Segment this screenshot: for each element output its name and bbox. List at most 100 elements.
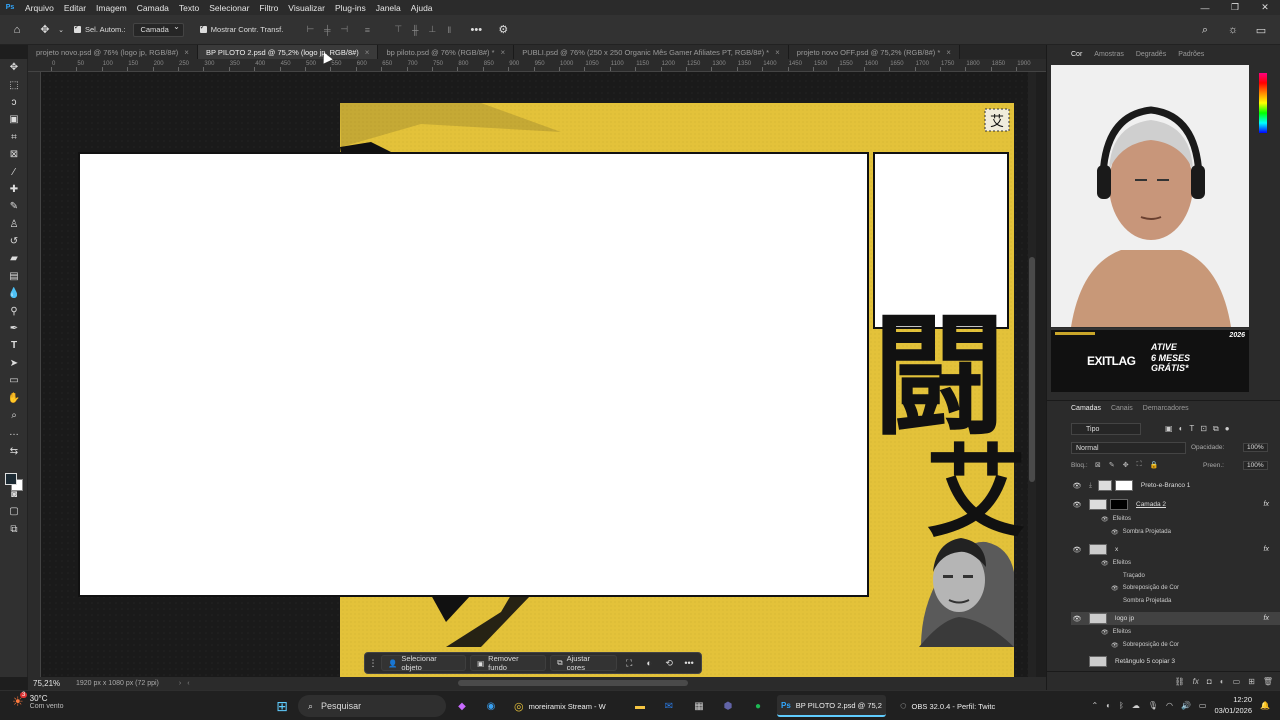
close-icon[interactable]: ✕: [1250, 0, 1280, 15]
lightbulb-icon[interactable]: ☼: [1222, 19, 1244, 41]
tab-projeto-novo[interactable]: projeto novo.psd @ 76% (logo jp, RGB/8#)…: [28, 45, 198, 59]
tab-camadas[interactable]: Camadas: [1071, 405, 1101, 412]
crop-tool-icon[interactable]: ⌗: [0, 129, 28, 146]
menu-arquivo[interactable]: Arquivo: [20, 3, 59, 13]
eraser-tool-icon[interactable]: ▰: [0, 250, 28, 267]
menu-plugins[interactable]: Plug-ins: [330, 3, 371, 13]
align-right-icon[interactable]: ⊣: [337, 23, 351, 37]
effect-drop-shadow[interactable]: Sombra Projetada: [1123, 595, 1280, 607]
brush-tool-icon[interactable]: ✎: [0, 198, 28, 215]
delete-layer-icon[interactable]: 🗑: [1263, 677, 1273, 686]
more-icon[interactable]: •••: [469, 23, 483, 37]
workspace-icon[interactable]: ▭: [1250, 19, 1272, 41]
outlook-icon[interactable]: ✉: [659, 696, 679, 716]
adjustment-layer-icon[interactable]: ◐: [1220, 677, 1225, 686]
eye-icon[interactable]: 👁: [1071, 501, 1083, 509]
lock-paint-icon[interactable]: ✎: [1109, 461, 1115, 469]
adjustment-icon[interactable]: ◐: [641, 655, 657, 671]
eye-icon[interactable]: 👁: [1111, 642, 1119, 649]
fill-input[interactable]: 100%: [1243, 461, 1268, 470]
zoom-level[interactable]: 75,21%: [28, 679, 68, 688]
hue-slider[interactable]: [1259, 73, 1267, 133]
align-middle-icon[interactable]: ╫: [408, 23, 422, 37]
menu-editar[interactable]: Editar: [59, 3, 91, 13]
menu-filtro[interactable]: Filtro: [254, 3, 283, 13]
canvas-area[interactable]: 艾 闘 艾: [41, 72, 1028, 677]
exitlag-ad-banner[interactable]: EXITLAG ATIVE 6 MESES GRÁTIS* 2026: [1051, 328, 1249, 392]
auto-select-checkbox[interactable]: Sel. Autom.:: [74, 23, 125, 34]
notifications-icon[interactable]: 🔔: [1260, 701, 1270, 710]
search-icon[interactable]: ⌕: [1194, 19, 1216, 41]
menu-selecionar[interactable]: Selecionar: [204, 3, 254, 13]
wifi-icon[interactable]: ◠: [1166, 701, 1173, 710]
shape-filter-icon[interactable]: ⊡: [1200, 424, 1207, 434]
tab-demarcadores[interactable]: Demarcadores: [1143, 405, 1189, 412]
lasso-tool-icon[interactable]: ↄ: [0, 94, 28, 111]
shape-tool-icon[interactable]: ▭: [0, 372, 28, 389]
eye-icon[interactable]: 👁: [1111, 585, 1119, 592]
drag-handle-icon[interactable]: ⋮: [369, 655, 378, 671]
close-icon[interactable]: ×: [501, 48, 506, 57]
healing-tool-icon[interactable]: ✚: [0, 181, 28, 198]
edge-icon[interactable]: ◉: [481, 696, 501, 716]
main-video-frame[interactable]: [78, 152, 869, 597]
taskbar-app-photoshop[interactable]: Ps BP PILOTO 2.psd @ 75,2: [777, 695, 886, 717]
eye-icon[interactable]: 👁: [1071, 615, 1083, 623]
clock[interactable]: 12:20 03/01/2026: [1214, 694, 1252, 716]
fx-icon[interactable]: fx: [1264, 501, 1269, 508]
align-top-icon[interactable]: ⊤: [391, 23, 405, 37]
distribute-v-icon[interactable]: ‖: [442, 23, 456, 37]
eyedropper-tool-icon[interactable]: ⁄: [0, 163, 28, 180]
menu-imagem[interactable]: Imagem: [91, 3, 132, 13]
close-icon[interactable]: ×: [946, 48, 951, 57]
transform-icon[interactable]: ⛶: [621, 655, 637, 671]
weather-widget[interactable]: ☀ 3 30°C Com vento: [12, 692, 64, 710]
layer-retangulo-5-copiar-3[interactable]: Retângulo 5 copiar 3: [1071, 655, 1280, 668]
generate-icon[interactable]: ⟲: [661, 655, 677, 671]
layer-x[interactable]: 👁 x fx: [1071, 543, 1280, 556]
zoom-tool-icon[interactable]: ⌕: [0, 407, 28, 424]
add-mask-icon[interactable]: ◘: [1207, 677, 1212, 686]
auto-select-dropdown[interactable]: Camada: [133, 22, 184, 37]
adjust-filter-icon[interactable]: ◐: [1179, 424, 1184, 434]
taskbar-search[interactable]: ⌕ Pesquisar: [298, 695, 446, 717]
select-object-button[interactable]: 👤 Selecionar objeto: [381, 654, 467, 672]
tray-app-icon[interactable]: ◐: [1106, 701, 1111, 710]
taskbar-app-chrome[interactable]: ◎ moreiramix Stream - W: [510, 695, 610, 717]
blend-mode-dropdown[interactable]: Normal: [1071, 442, 1186, 454]
opacity-input[interactable]: 100%: [1243, 443, 1268, 452]
volume-icon[interactable]: 🔊: [1181, 701, 1191, 710]
link-layers-icon[interactable]: ⛓: [1175, 677, 1185, 686]
windows-start-icon[interactable]: ⊞: [272, 696, 292, 716]
chevron-up-icon[interactable]: ⌃: [1091, 701, 1098, 710]
move-tool-icon[interactable]: ✥: [0, 59, 28, 76]
tab-projeto-novo-off[interactable]: projeto novo OFF.psd @ 75,2% (RGB/8#) * ×: [788, 45, 960, 59]
tab-amostras[interactable]: Amostras: [1094, 51, 1124, 58]
gradient-tool-icon[interactable]: ▤: [0, 268, 28, 285]
color-swatches[interactable]: [5, 473, 23, 491]
lock-position-icon[interactable]: ✥: [1123, 461, 1129, 469]
close-icon[interactable]: ×: [365, 48, 370, 57]
mic-icon[interactable]: 🎙: [1148, 701, 1158, 710]
eye-icon[interactable]: 👁: [1071, 482, 1083, 490]
onedrive-icon[interactable]: ☁: [1132, 701, 1140, 710]
tab-padroes[interactable]: Padrões: [1178, 51, 1204, 58]
adjust-colors-button[interactable]: ⧉ Ajustar cores: [550, 654, 618, 672]
move-tool-icon[interactable]: ✥: [34, 19, 56, 41]
teams-icon[interactable]: ⬢: [718, 696, 738, 716]
battery-icon[interactable]: ▭: [1199, 701, 1207, 710]
distribute-icon[interactable]: ≡: [360, 23, 374, 37]
menu-visualizar[interactable]: Visualizar: [283, 3, 330, 13]
chevron-down-icon[interactable]: ⌄: [56, 19, 66, 41]
fx-icon[interactable]: fx: [1264, 615, 1269, 622]
swap-colors-icon[interactable]: ⇆: [0, 442, 28, 462]
tab-bp-piloto-2[interactable]: BP PILOTO 2.psd @ 75,2% (logo jp, RGB/8#…: [197, 45, 379, 59]
align-bottom-icon[interactable]: ⊥: [425, 23, 439, 37]
tab-cor[interactable]: Cor: [1071, 51, 1082, 58]
effect-color-overlay[interactable]: 👁 Sobreposição de Cor: [1111, 582, 1280, 594]
tab-degrades[interactable]: Degradês: [1136, 51, 1166, 58]
menu-janela[interactable]: Janela: [371, 3, 406, 13]
store-icon[interactable]: ▦: [689, 696, 709, 716]
spotify-icon[interactable]: ●: [748, 696, 768, 716]
file-explorer-icon[interactable]: ▬: [630, 696, 650, 716]
